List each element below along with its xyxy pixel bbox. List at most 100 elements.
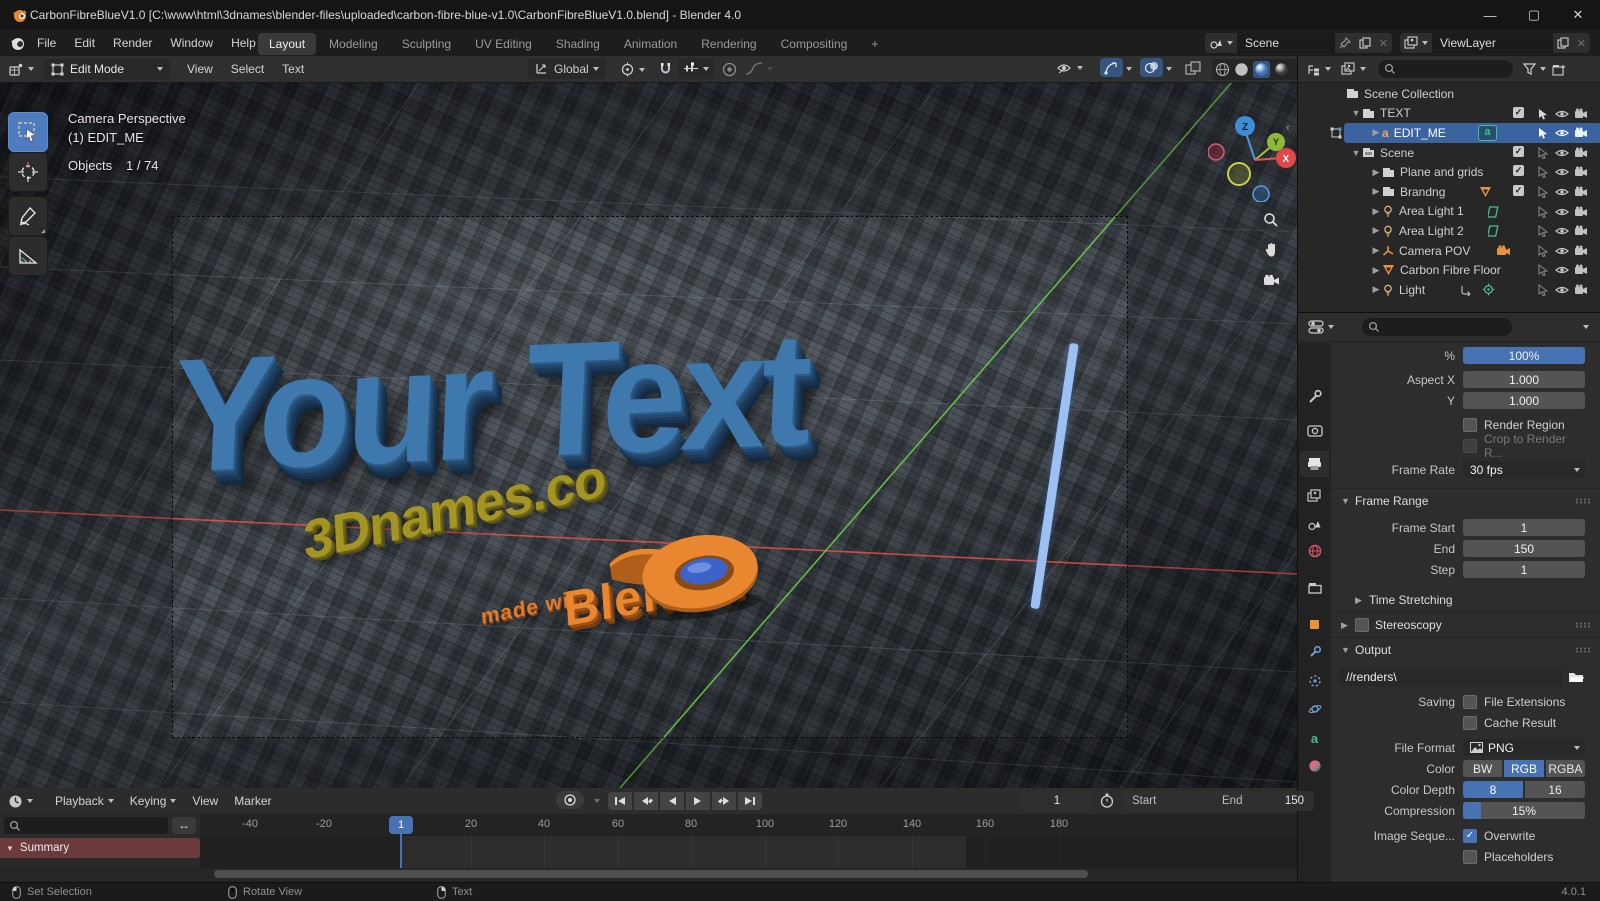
depth-16-button[interactable]: 16 — [1525, 781, 1585, 798]
tab-render[interactable] — [1300, 417, 1329, 443]
tab-tool[interactable] — [1300, 383, 1329, 409]
stereoscopy-section-header[interactable]: ▶Stereoscopy — [1331, 612, 1600, 637]
hide-eye-icon[interactable] — [1555, 207, 1569, 217]
pivot-point-dropdown[interactable] — [620, 62, 645, 77]
placeholders-checkbox[interactable] — [1463, 850, 1477, 864]
depth-8-button[interactable]: 8 — [1463, 781, 1523, 798]
viewport-menu-select[interactable]: Select — [222, 56, 273, 82]
outliner-row-light[interactable]: ▶ Light — [1298, 280, 1600, 300]
outliner-row-scene-collection[interactable]: Scene Collection — [1298, 84, 1600, 104]
disable-render-camera-icon[interactable] — [1574, 225, 1588, 236]
timeline-menu-playback[interactable]: Playback — [47, 794, 122, 808]
color-rgba-button[interactable]: RGBA — [1546, 760, 1585, 777]
proportional-editing-icon[interactable] — [722, 62, 737, 77]
drag-grip-icon[interactable] — [1575, 498, 1591, 504]
editor-type-3d-viewport-icon[interactable] — [8, 62, 34, 77]
stopwatch-icon[interactable] — [1100, 793, 1114, 808]
channel-search-input[interactable] — [4, 817, 168, 834]
outliner-row-area-light-2[interactable]: ▶ Area Light 2 — [1298, 221, 1600, 241]
shading-solid-icon[interactable] — [1234, 62, 1249, 77]
tab-output[interactable] — [1300, 451, 1329, 477]
current-frame-indicator[interactable]: 1 — [389, 816, 413, 834]
view-layer-icon[interactable] — [1400, 33, 1432, 53]
tab-view-layer[interactable] — [1300, 483, 1329, 509]
scene-selector[interactable]: Scene ✕ — [1205, 33, 1392, 53]
minimize-button[interactable]: — — [1468, 0, 1512, 30]
workspace-tab-modeling[interactable]: Modeling — [318, 33, 389, 55]
expand-channels-icon[interactable]: ↔ — [172, 817, 196, 834]
file-extensions-checkbox[interactable] — [1463, 695, 1477, 709]
transform-orientation-dropdown[interactable]: Global — [528, 58, 606, 79]
selectable-icon[interactable] — [1538, 166, 1549, 178]
frame-start-field[interactable]: 1 — [1463, 519, 1585, 536]
object-visibility-dropdown[interactable] — [1056, 61, 1083, 75]
view-layer-selector[interactable]: ViewLayer ✕ — [1400, 33, 1590, 53]
viewport-menu-view[interactable]: View — [178, 56, 222, 82]
hide-eye-icon[interactable] — [1555, 265, 1569, 275]
color-bw-button[interactable]: BW — [1463, 760, 1502, 777]
workspace-tab-shading[interactable]: Shading — [545, 33, 611, 55]
keying-set-chevron[interactable] — [594, 799, 600, 803]
new-scene-icon[interactable] — [1355, 33, 1375, 53]
outliner-row-scene[interactable]: ▼ Scene ✓ — [1298, 143, 1600, 163]
outliner-row-area-light-1[interactable]: ▶ Area Light 1 — [1298, 202, 1600, 222]
disable-render-camera-icon[interactable] — [1574, 147, 1588, 158]
disable-render-camera-icon[interactable] — [1574, 186, 1588, 197]
collapse-icon[interactable]: ▼ — [6, 844, 14, 853]
outliner-search-input[interactable] — [1378, 60, 1513, 78]
timeline-channel-area[interactable] — [200, 836, 1297, 868]
tab-scene[interactable] — [1300, 511, 1329, 537]
workspace-tab-compositing[interactable]: Compositing — [770, 33, 859, 55]
remove-view-layer-icon[interactable]: ✕ — [1573, 33, 1590, 53]
hide-eye-icon[interactable] — [1555, 128, 1569, 138]
workspace-tab-animation[interactable]: Animation — [613, 33, 688, 55]
timeline-menu-keying[interactable]: Keying — [122, 794, 185, 808]
menu-window[interactable]: Window — [161, 30, 222, 56]
new-collection-icon[interactable] — [1552, 63, 1566, 76]
cache-result-checkbox[interactable] — [1463, 716, 1477, 730]
tab-modifiers[interactable] — [1300, 639, 1329, 665]
outliner-row-edit-me[interactable]: ▶ a EDIT_ME a — [1298, 123, 1600, 143]
show-gizmo-toggle[interactable] — [1100, 58, 1123, 77]
view-layer-name[interactable]: ViewLayer — [1432, 33, 1553, 53]
color-rgb-button[interactable]: RGB — [1504, 760, 1543, 777]
hide-eye-icon[interactable] — [1555, 109, 1569, 119]
viewport-canvas[interactable]: Your Text 3Dnames.co made with Blender C… — [0, 82, 1297, 788]
selectable-icon[interactable] — [1538, 245, 1549, 257]
zoom-view-icon[interactable] — [1258, 207, 1284, 233]
outliner-row-plane-and-grids[interactable]: ▶ Plane and grids ✓ — [1298, 162, 1600, 182]
gizmo-dropdown-chevron[interactable] — [1126, 67, 1132, 71]
expand-icon[interactable]: ▶ — [1370, 167, 1382, 178]
tab-collection[interactable] — [1300, 575, 1329, 601]
overlays-dropdown-chevron[interactable] — [1166, 67, 1172, 71]
camera-view-icon[interactable] — [1258, 267, 1284, 293]
workspace-tab-uv-editing[interactable]: UV Editing — [464, 33, 543, 55]
current-frame-field[interactable]: 1 — [1022, 791, 1092, 811]
selectable-icon[interactable] — [1538, 127, 1549, 139]
resolution-percent-slider[interactable]: 100% — [1463, 347, 1585, 364]
collection-checkbox[interactable]: ✓ — [1513, 146, 1524, 157]
outliner-row-brandng[interactable]: ▶ Brandng ✓ — [1298, 182, 1600, 202]
stereoscopy-checkbox[interactable] — [1355, 618, 1369, 632]
aspect-x-field[interactable]: 1.000 — [1463, 371, 1585, 388]
pan-view-hand-icon[interactable] — [1258, 237, 1284, 263]
properties-options-chevron[interactable] — [1583, 325, 1589, 329]
selectable-icon[interactable] — [1538, 108, 1549, 120]
prev-keyframe-button[interactable] — [634, 792, 658, 810]
tool-cursor[interactable] — [8, 152, 48, 192]
menu-render[interactable]: Render — [104, 30, 161, 56]
disable-render-camera-icon[interactable] — [1574, 206, 1588, 217]
tab-object[interactable] — [1300, 611, 1329, 637]
shading-wireframe-icon[interactable] — [1215, 62, 1230, 77]
navigation-gizmo[interactable]: Z Y X — [1208, 114, 1296, 202]
shading-rendered-icon[interactable] — [1274, 62, 1289, 77]
frame-range-section-header[interactable]: ▼Frame Range — [1331, 488, 1600, 513]
open-folder-icon[interactable] — [1568, 670, 1585, 684]
expand-icon[interactable]: ▶ — [1370, 284, 1382, 295]
selectable-icon[interactable] — [1538, 225, 1549, 237]
collapse-icon[interactable]: ▼ — [1350, 148, 1362, 158]
maximize-button[interactable]: ▢ — [1512, 0, 1556, 30]
tab-object-data[interactable]: a — [1300, 725, 1329, 751]
hide-eye-icon[interactable] — [1555, 187, 1569, 197]
editor-type-outliner-icon[interactable] — [1306, 63, 1331, 76]
